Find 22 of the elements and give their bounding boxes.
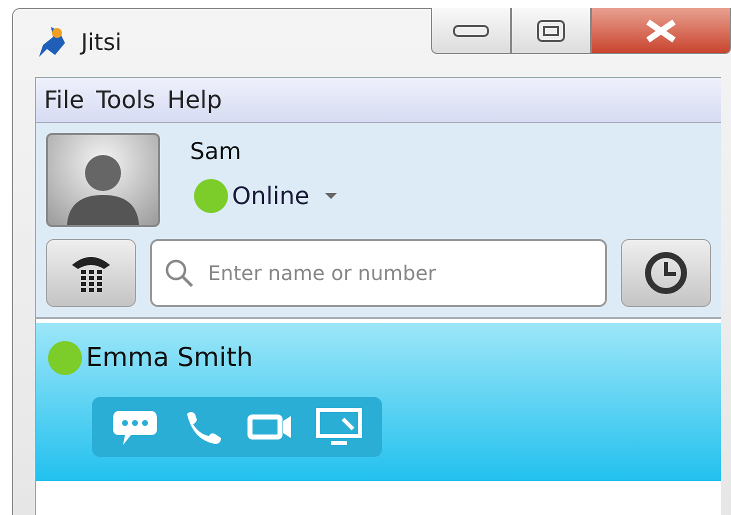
history-button[interactable] [621,239,711,307]
maximize-icon [536,18,566,42]
video-call-button[interactable] [247,412,293,442]
contact-name: Emma Smith [86,343,254,373]
user-name: Sam [190,139,242,165]
contact-row[interactable]: Emma Smith [36,323,721,481]
search-icon [164,258,194,288]
minimize-button[interactable] [431,8,511,54]
close-icon [644,18,678,42]
search-field[interactable]: Enter name or number [150,239,607,307]
status-label: Online [232,182,310,210]
status-dropdown[interactable]: Online [190,179,342,213]
clock-icon [643,250,689,296]
menu-item[interactable]: Tools [96,86,164,114]
close-button[interactable] [591,8,731,54]
maximize-button[interactable] [511,8,591,54]
dialpad-button[interactable] [46,239,136,307]
screen-share-button[interactable] [315,407,363,447]
window-title: Jitsi [81,30,122,56]
menu-item[interactable]: File [44,86,92,114]
minimize-icon [453,24,489,38]
menu-item[interactable]: Help [167,86,230,114]
